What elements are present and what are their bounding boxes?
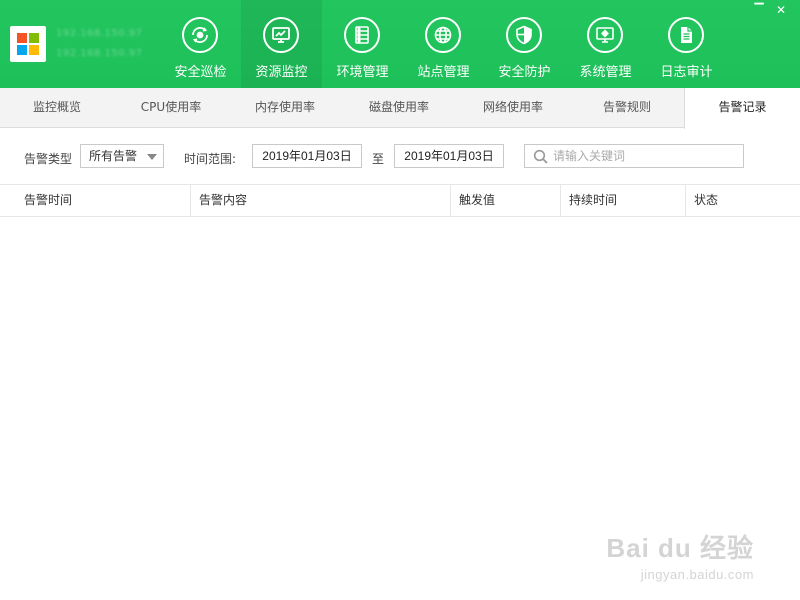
- tab-disk-usage[interactable]: 磁盘使用率: [342, 88, 456, 128]
- baidu-watermark: Bai du 经验 jingyan.baidu.com: [606, 528, 754, 582]
- nav-label: 环境管理: [336, 65, 389, 80]
- nav-resource-monitor[interactable]: 资源监控: [241, 0, 322, 88]
- host-address: 192.168.150.97: [56, 28, 143, 39]
- nav-label: 站点管理: [417, 65, 470, 80]
- search-icon: [533, 149, 548, 164]
- watermark-brand: Bai du 经验: [606, 533, 754, 563]
- radar-icon: [182, 17, 218, 53]
- shield-icon: [506, 17, 542, 53]
- tab-cpu-usage[interactable]: CPU使用率: [114, 88, 228, 128]
- column-header-alert-time[interactable]: 告警时间: [16, 185, 190, 217]
- sub-tabs: 监控概览 CPU使用率 内存使用率 磁盘使用率 网络使用率 告警规则 告警记录: [0, 88, 800, 129]
- alert-table-header: 告警时间 告警内容 触发值 持续时间 状态: [0, 185, 800, 217]
- nav-system-management[interactable]: 系统管理: [565, 0, 646, 88]
- nav-security-inspection[interactable]: 安全巡检: [160, 0, 241, 88]
- search-input[interactable]: [553, 147, 739, 165]
- tab-alert-rules[interactable]: 告警规则: [570, 88, 684, 128]
- nav-log-audit[interactable]: 日志审计: [646, 0, 727, 88]
- nav-environment-management[interactable]: 环境管理: [322, 0, 403, 88]
- host-address-secondary: 192.168.150.97: [56, 48, 143, 59]
- column-header-trigger-value[interactable]: 触发值: [450, 185, 560, 217]
- alert-type-label: 告警类型: [24, 152, 73, 166]
- column-header-duration[interactable]: 持续时间: [560, 185, 685, 217]
- close-button[interactable]: ✕: [774, 3, 788, 17]
- alert-type-select[interactable]: 所有告警: [80, 144, 164, 168]
- top-header: 192.168.150.97 192.168.150.97 安全巡检 资源监控: [0, 0, 800, 88]
- nav-label: 资源监控: [255, 65, 308, 80]
- time-range-label: 时间范围:: [184, 152, 237, 166]
- globe-icon: [425, 17, 461, 53]
- to-label: 至: [372, 152, 385, 166]
- nav-label: 安全防护: [498, 65, 551, 80]
- search-box[interactable]: [524, 144, 744, 168]
- server-icon: [344, 17, 380, 53]
- filter-bar: 告警类型 所有告警 时间范围: 2019年01月03日 至 2019年01月03…: [0, 128, 800, 185]
- tab-memory-usage[interactable]: 内存使用率: [228, 88, 342, 128]
- alert-type-value: 所有告警: [89, 149, 138, 163]
- monitor-chart-icon: [263, 17, 299, 53]
- column-header-status[interactable]: 状态: [685, 185, 800, 217]
- windows-logo-icon: [10, 26, 46, 62]
- document-icon: [668, 17, 704, 53]
- nav-site-management[interactable]: 站点管理: [403, 0, 484, 88]
- tab-network-usage[interactable]: 网络使用率: [456, 88, 570, 128]
- nav-security-protection[interactable]: 安全防护: [484, 0, 565, 88]
- main-nav: 安全巡检 资源监控 环境管理 站点管理 安全防护 系统管理 日志审计: [160, 0, 727, 88]
- minimize-button[interactable]: ▔: [752, 3, 766, 17]
- tab-alert-records[interactable]: 告警记录: [684, 88, 800, 129]
- chevron-down-icon: [147, 154, 157, 160]
- gear-monitor-icon: [587, 17, 623, 53]
- column-header-alert-content[interactable]: 告警内容: [190, 185, 450, 217]
- watermark-url: jingyan.baidu.com: [640, 567, 754, 582]
- tab-monitor-overview[interactable]: 监控概览: [0, 88, 114, 128]
- nav-label: 系统管理: [579, 65, 632, 80]
- date-from-field[interactable]: 2019年01月03日: [252, 144, 362, 168]
- nav-label: 安全巡检: [174, 65, 227, 80]
- date-to-field[interactable]: 2019年01月03日: [394, 144, 504, 168]
- nav-label: 日志审计: [660, 65, 713, 80]
